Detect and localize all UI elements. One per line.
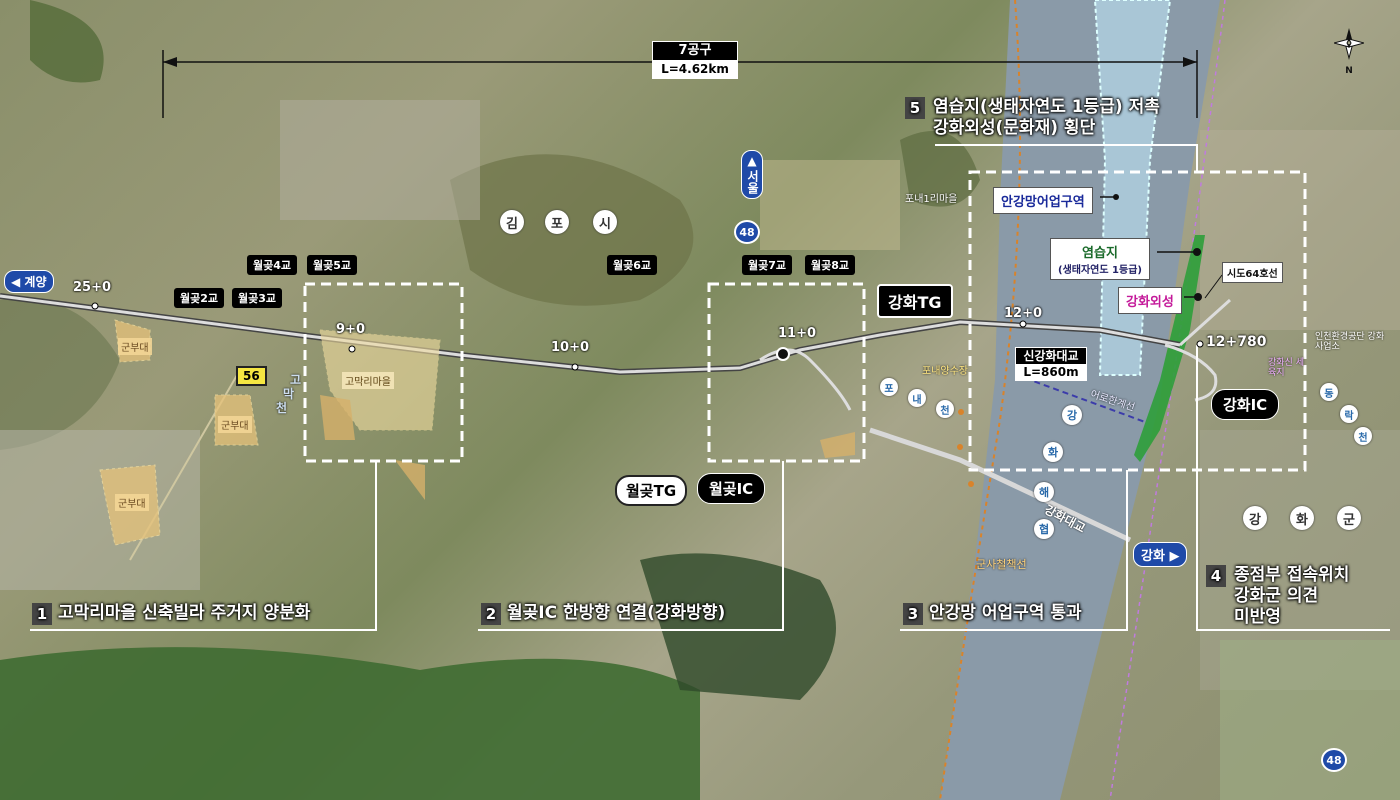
new-bridge-name: 신강화대교 [1023,349,1079,363]
wetland-title: 염습지 [1082,246,1118,261]
right-area-label: 강화신 세육지 [1268,358,1304,378]
fortress-callout: 강화외성 [1118,287,1182,314]
note-3-number: 3 [903,603,923,625]
note-2-text: 월곶IC 한방향 연결(강화방향) [507,603,726,623]
section-length: L=4.62km [653,60,737,78]
note-5-number: 5 [905,97,925,119]
route-48-shield-bottom: 48 [1321,748,1347,772]
note-4-number: 4 [1206,565,1226,587]
bridge-wolgot2: 월곶2교 [174,288,225,308]
military-label-3: 군부대 [115,494,149,511]
arrow-left-icon: ◀ [11,275,21,289]
wetland-callout: 염습지 (생태자연도 1등급) [1050,238,1150,280]
ponae-char-3: 천 [936,400,954,418]
strait-char-2: 화 [1043,442,1063,462]
compass: N [1332,28,1366,78]
bridge-wolgot3: 월곶3교 [232,288,283,308]
wolgot-tg-label: 월곶TG [615,475,688,506]
bridge-wolgot6: 월곶6교 [607,255,658,275]
new-bridge-length: L=860m [1016,364,1086,380]
direction-gyeyang: ◀ 계양 [4,270,54,293]
arrow-up-icon: ▲ [747,154,757,168]
village-label: 고막리마을 [342,372,394,389]
ponae-char-1: 포 [880,378,898,396]
direction-seoul: ▲ 서울 [741,150,763,199]
note-4-line-2: 강화군 의견 [1234,586,1319,606]
direction-ganghwa: 강화 ▶ [1133,542,1188,567]
compass-rose-icon [1332,28,1366,60]
note-2-number: 2 [481,603,501,625]
note-5: 5 염습지(생태자연도 1등급) 저촉 강화외성(문화재) 횡단 [905,97,1160,139]
region-gimpo-2: 포 [545,210,569,234]
pond-label: 포내양수장 [922,366,968,377]
region-ganghwa-2: 화 [1290,506,1314,530]
bridge-wolgot7: 월곶7교 [742,255,793,275]
region-ganghwa-1: 강 [1243,506,1267,530]
note-4-line-3: 미반영 [1234,607,1281,627]
road64-callout: 시도64호선 [1222,262,1283,283]
dongnak-char-3: 천 [1354,427,1372,445]
station-25: 25+0 [73,280,112,295]
strait-char-3: 해 [1034,482,1054,502]
bridge-wolgot5: 월곶5교 [307,255,358,275]
direction-ganghwa-text: 강화 [1141,549,1165,564]
gomak-char-3: 천 [276,401,288,415]
map-canvas: 7공구 L=4.62km N 25+0 9+0 10+0 11+0 12+0 1… [0,0,1400,800]
note-1-number: 1 [32,603,52,625]
wetland-subtitle: (생태자연도 1등급) [1058,265,1142,276]
dongnak-char-1: 동 [1320,383,1338,401]
arrow-right-icon: ▶ [1169,549,1180,564]
note-5-line-1: 염습지(생태자연도 1등급) 저촉 [933,97,1160,117]
dongnak-char-2: 락 [1340,405,1358,423]
ponae-village-label: 포내1리마을 [905,194,958,205]
section-name: 7공구 [678,43,712,58]
direction-gyeyang-text: 계양 [24,275,47,289]
direction-seoul-text: 서울 [745,170,760,194]
note-4-line-1: 종점부 접속위치 [1234,565,1350,585]
region-ganghwa-3: 군 [1337,506,1361,530]
new-bridge-label: 신강화대교 L=860m [1015,347,1087,381]
ponae-char-2: 내 [908,389,926,407]
military-label-2: 군부대 [218,416,252,433]
bridge-wolgot4: 월곶4교 [247,255,298,275]
wolgot-ic-label: 월곶IC [697,473,766,504]
station-10: 10+0 [551,340,590,355]
ganghwa-tg-label: 강화TG [877,284,953,318]
route-56-shield: 56 [236,366,267,386]
note-1-text: 고막리마을 신축빌라 주거지 양분화 [58,603,311,623]
note-2: 2 월곶IC 한방향 연결(강화방향) [481,603,725,625]
note-1: 1 고막리마을 신축빌라 주거지 양분화 [32,603,310,625]
ganghwa-ic-label: 강화IC [1211,389,1280,420]
station-12: 12+0 [1004,306,1043,321]
route-48-shield: 48 [734,220,760,244]
region-gimpo-1: 김 [500,210,524,234]
station-12-780: 12+780 [1206,334,1267,350]
region-gimpo-3: 시 [593,210,617,234]
strait-char-1: 강 [1062,405,1082,425]
section-label: 7공구 L=4.62km [652,41,738,79]
note-5-line-2: 강화외성(문화재) 횡단 [933,118,1096,138]
military-label-1: 군부대 [118,338,152,355]
fishing-zone-callout: 안강망어업구역 [993,187,1093,214]
station-11: 11+0 [778,326,817,341]
bridge-wolgot8: 월곶8교 [805,255,856,275]
note-4: 4 종점부 접속위치 강화군 의견 미반영 [1206,565,1349,628]
strait-char-4: 협 [1034,519,1054,539]
military-road-label: 군사철책선 [976,558,1027,571]
station-9: 9+0 [336,322,365,337]
note-3: 3 안강망 어업구역 통과 [903,603,1082,625]
terrain-layer [0,0,1400,800]
compass-north: N [1345,66,1353,76]
facility-label: 인천환경공단 강화사업소 [1315,332,1385,352]
note-3-text: 안강망 어업구역 통과 [929,603,1082,623]
